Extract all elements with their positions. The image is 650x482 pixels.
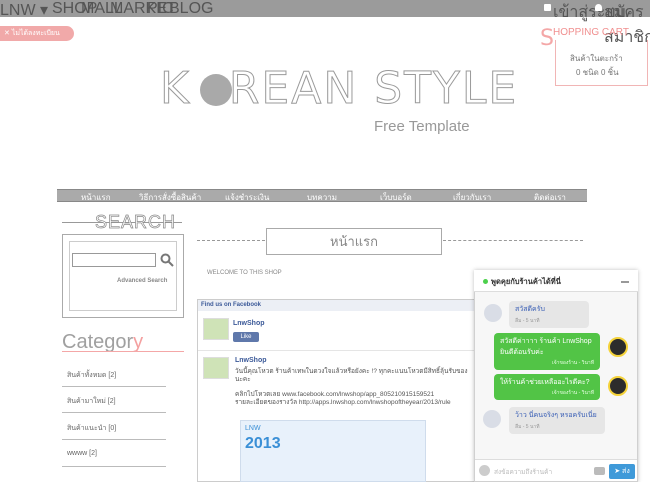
facebook-post-name[interactable]: LnwShop (235, 357, 267, 364)
send-label: ส่ง (622, 468, 630, 475)
welcome-text: WELCOME TO THIS SHOP (207, 270, 282, 276)
shop-avatar (608, 376, 628, 396)
category-title-line (62, 351, 184, 352)
facebook-page-name[interactable]: LnwShop (233, 320, 265, 327)
category-title-y: y (133, 331, 144, 353)
search-icon[interactable] (160, 253, 174, 267)
chat-message-shop: สวัสดีค่าาาา ร้านค้า LnwShop ยินดีต้อนรั… (494, 333, 600, 370)
chat-message-input[interactable]: ส่งข้อความถึงร้านค้า (494, 467, 552, 477)
chat-message-text: ว้าว นี่คนจริงๆ หรอครับเนี่ย (515, 412, 597, 419)
main-nav-webboard[interactable]: เว็บบอร์ด (380, 191, 412, 204)
brand-title-k: K (160, 63, 191, 115)
facebook-image-year: 2013 (245, 435, 281, 452)
facebook-divider (198, 350, 486, 351)
search-box (62, 234, 184, 318)
not-registered-badge[interactable]: ✕ ไม่ได้ลงทะเบียน (0, 26, 74, 41)
category-divider (62, 439, 166, 440)
facebook-post-text-1: วันนี้คุณโหวต ร้านค้าเทพในดวงใจแล้วหรือย… (235, 368, 468, 375)
category-item-wwww[interactable]: wwww [2] (67, 450, 97, 457)
close-icon: ✕ (4, 30, 12, 37)
chat-message-time: เจ้าของร้าน - วินาที (552, 390, 594, 396)
category-divider (62, 466, 166, 467)
brand-title-rest: REAN STYLE (228, 63, 519, 115)
online-status-dot (483, 279, 488, 284)
facebook-page-avatar[interactable] (203, 318, 229, 340)
main-nav-home[interactable]: หน้าแรก (81, 191, 111, 204)
category-item-new[interactable]: สินค้ามาใหม่ [2] (67, 396, 116, 407)
shop-avatar (608, 337, 628, 357)
facebook-post-text-2: นะคะ (235, 376, 251, 383)
facebook-post-text-4[interactable]: รายละเอียดของรางวัล http://apps.lnwshop.… (235, 399, 485, 407)
camera-icon[interactable] (594, 467, 605, 475)
category-title-text: Categor (62, 331, 134, 353)
minimize-icon[interactable] (621, 281, 629, 283)
category-item-all[interactable]: สินค้าทั้งหมด [2] (67, 370, 116, 381)
smile-icon[interactable] (479, 465, 490, 476)
main-nav-payment[interactable]: แจ้งชำระเงิน (225, 191, 269, 204)
facebook-post-image[interactable]: LNW 2013 (240, 420, 426, 482)
facebook-post-text-3[interactable]: คลิกไปโหวตเลย www.facebook.com/lnwshop/a… (235, 391, 485, 399)
page-title: หน้าแรก (266, 228, 442, 255)
chat-title: พูดคุยกับร้านค้าได้ที่นี่ (491, 277, 561, 286)
nav-blog[interactable]: BLOG (169, 0, 213, 18)
send-icon: ➤ (614, 468, 623, 475)
chat-message-text: สวัสดีค่าาาา ร้านค้า LnwShop ยินดีต้อนรั… (500, 338, 592, 356)
user-avatar (484, 304, 502, 322)
cart-count[interactable]: 0 ชนิด 0 ชิ้น (576, 66, 619, 79)
facebook-like-button[interactable]: Like (233, 332, 259, 342)
user-icon (595, 4, 602, 11)
lock-icon (544, 4, 551, 11)
not-registered-label: ไม่ได้ลงทะเบียน (11, 30, 60, 37)
cart-title-s: S (540, 26, 554, 51)
category-item-recommended[interactable]: สินค้าแนะนำ [0] (67, 423, 116, 434)
main-nav-how-to-order[interactable]: วิธีการสั่งซื้อสินค้า (139, 191, 201, 204)
brand-subtitle: Free Template (374, 118, 470, 135)
main-nav-contact[interactable]: ติดต่อเรา (534, 191, 566, 204)
cart-items-label: สินค้าในตะกร้า (570, 54, 623, 63)
lnw-logo[interactable]: LNW ▾ (0, 0, 48, 20)
chat-message-text: สวัสดีครับ (515, 306, 545, 313)
chat-message-user: สวัสดีครับ ลืม - 5 นาที (509, 301, 589, 328)
chat-message-text: ให้ร้านค้าช่วยเหลืออะไรดีคะ? (500, 379, 590, 386)
chat-message-time: ลืม - 5 นาที (515, 318, 540, 324)
chat-message-time: เจ้าของร้าน - วินาที (552, 360, 594, 366)
facebook-post-avatar[interactable] (203, 357, 229, 379)
category-divider (62, 412, 166, 413)
category-divider (62, 386, 166, 387)
main-nav-articles[interactable]: บทความ (307, 191, 337, 204)
chat-message-user: ว้าว นี่คนจริงๆ หรอครับเนี่ย ลืม - 5 นาท… (509, 407, 605, 434)
search-title: SEARCH (95, 212, 177, 233)
user-avatar (483, 410, 501, 428)
send-button[interactable]: ➤ ส่ง (609, 464, 635, 479)
main-nav: หน้าแรก วิธีการสั่งซื้อสินค้า แจ้งชำระเง… (57, 189, 587, 202)
search-input[interactable] (72, 253, 156, 267)
brand-o-circle (200, 74, 232, 106)
facebook-image-brand: LNW (245, 425, 261, 432)
chat-message-shop: ให้ร้านค้าช่วยเหลืออะไรดีคะ? เจ้าของร้าน… (494, 374, 600, 400)
cart-title[interactable]: HOPPING CART (553, 27, 629, 38)
advanced-search-link[interactable]: Advanced Search (117, 278, 167, 284)
heading-dash-right (443, 240, 583, 241)
main-nav-about[interactable]: เกี่ยวกับเรา (453, 191, 491, 204)
chat-message-time: ลืม - 5 นาที (515, 424, 540, 430)
facebook-header: Find us on Facebook (198, 300, 486, 311)
heading-dash-left (197, 240, 265, 241)
